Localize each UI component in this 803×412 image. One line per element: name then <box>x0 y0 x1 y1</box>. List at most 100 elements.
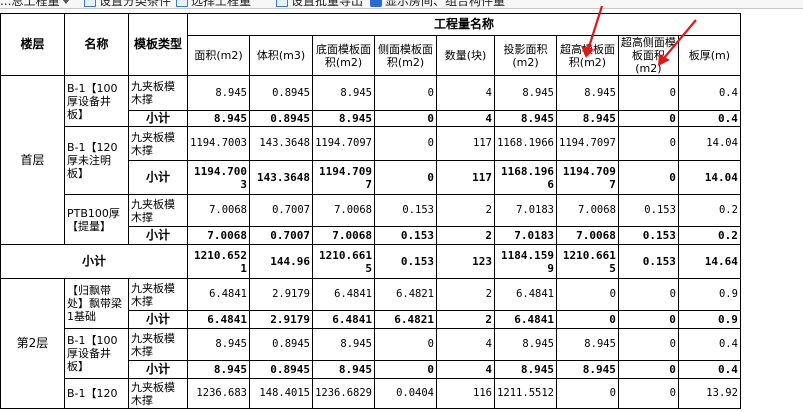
value-cell: 1236.683 <box>187 378 250 409</box>
value-cell: 6.4821 <box>374 278 437 311</box>
batch-export-button[interactable]: 设置批量导出 <box>276 0 364 8</box>
value-cell: 6.4841 <box>494 278 557 311</box>
total-cell: 0.153 <box>617 244 679 279</box>
header-side-area: 侧面模板面积(m2) <box>374 35 437 76</box>
value-cell: 0 <box>617 328 679 361</box>
value-cell: 0 <box>374 75 437 111</box>
header-overheight-area: 超高模板面积(m2) <box>556 35 619 76</box>
total-cell: 2 <box>436 226 495 245</box>
item-name: B-1【120厚未注明板】 <box>64 126 129 195</box>
value-cell: 116 <box>436 378 495 409</box>
table-row[interactable]: B-1【120厚未注明板】 九夹板模木撑 1194.7003 143.3648 … <box>1 126 741 195</box>
floor-subtotal-label: 小计 <box>0 244 188 279</box>
table-row[interactable]: PTB100厚【提量】 九夹板模木撑 7.0068 0.7007 7.0068 … <box>1 194 741 245</box>
value-cell: 0 <box>374 328 437 361</box>
value-cell: 8.945 <box>556 75 619 111</box>
value-cell: 0 <box>617 126 679 161</box>
template-type: 九夹板模木撑 <box>128 194 188 227</box>
value-cell: 0.153 <box>374 194 437 227</box>
value-cell: 8.945 <box>312 75 375 111</box>
value-cell: 4 <box>436 328 495 361</box>
value-cell: 1211.5512 <box>494 378 557 409</box>
header-bottom-area: 底面模板面积(m2) <box>312 35 375 76</box>
value-cell: 0 <box>617 378 679 409</box>
total-cell: 0 <box>556 310 619 329</box>
set-classification-label: 设置分类条件 <box>99 0 172 8</box>
table-row[interactable]: B-1【100厚设备井板】 九夹板模木撑 8.945 0.8945 8.945 … <box>1 328 741 379</box>
checkbox-checked-icon <box>370 0 382 7</box>
show-room-checkbox[interactable]: 显示房间、组合构件量 <box>370 0 506 8</box>
total-cell: 1194.7097 <box>556 160 619 195</box>
value-cell: 1194.7097 <box>556 126 619 161</box>
value-cell: 148.4015 <box>249 378 313 409</box>
total-quantity-dropdown[interactable]: ...总工程量 <box>0 0 71 8</box>
header-quantity-name: 工程量名称 <box>187 13 741 36</box>
total-cell: 8.945 <box>312 110 375 127</box>
total-cell: 0.153 <box>617 226 679 245</box>
value-cell: 0.8945 <box>249 328 313 361</box>
total-cell: 0.153 <box>374 244 437 279</box>
header-template-type: 模板类型 <box>128 13 188 76</box>
table-row[interactable]: B-1【120 九夹板模木撑 1236.683 148.4015 1236.68… <box>1 378 741 409</box>
table-row[interactable]: 首层 B-1【100厚设备井板】 九夹板模木撑 8.945 0.8945 8.9… <box>0 75 741 245</box>
value-cell: 1194.7097 <box>312 126 375 161</box>
template-type: 九夹板模木撑 <box>128 378 188 409</box>
value-cell: 0.8945 <box>249 75 313 111</box>
set-classification-button[interactable]: 设置分类条件 <box>84 0 172 8</box>
value-cell: 1236.6829 <box>312 378 375 409</box>
total-cell: 1184.1599 <box>494 244 557 279</box>
value-cell: 0.0404 <box>374 378 437 409</box>
total-cell: 7.0068 <box>556 226 619 245</box>
header-count: 数量(块) <box>436 35 495 76</box>
subtotal-label: 小计 <box>128 160 188 195</box>
subtotal-label: 小计 <box>128 310 188 329</box>
sheet-icon <box>176 0 188 7</box>
value-cell: 0 <box>556 278 619 311</box>
value-cell: 8.945 <box>494 75 557 111</box>
value-cell: 0.9 <box>677 278 741 311</box>
floor-subtotal-row[interactable]: 小计 1210.6521 144.96 1210.6615 0.153 123 … <box>0 244 741 279</box>
select-quantity-button[interactable]: 选择工程量 <box>176 0 251 8</box>
total-cell: 2 <box>436 310 495 329</box>
quantity-table: 楼层 名称 模板类型 工程量名称 面积(m2) 体积(m3) 底面模板面积(m2… <box>0 13 741 409</box>
total-cell: 7.0183 <box>494 226 557 245</box>
template-type: 九夹板模木撑 <box>128 278 188 311</box>
total-cell: 0.7007 <box>249 226 313 245</box>
total-cell: 1210.6615 <box>556 244 619 279</box>
value-cell: 0 <box>556 378 619 409</box>
value-cell: 0 <box>617 278 679 311</box>
value-cell: 1194.7003 <box>187 126 250 161</box>
total-cell: 1194.7097 <box>312 160 375 195</box>
total-cell: 0 <box>617 160 679 195</box>
value-cell: 6.4841 <box>187 278 250 311</box>
total-cell: 8.945 <box>312 360 375 379</box>
table-row[interactable]: 第2层 【归飘带处】飘带梁1基础 九夹板模木撑 6.4841 2.9179 6.… <box>0 278 741 409</box>
sheet-icon <box>276 0 288 7</box>
total-cell: 6.4841 <box>312 310 375 329</box>
total-cell: 8.945 <box>494 110 557 127</box>
item-name: B-1【100厚设备井板】 <box>64 328 129 379</box>
value-cell: 6.4841 <box>312 278 375 311</box>
total-cell: 0.4 <box>677 110 741 127</box>
item-name: 【归飘带处】飘带梁1基础 <box>64 278 129 329</box>
total-cell: 8.945 <box>187 110 250 127</box>
show-room-label: 显示房间、组合构件量 <box>385 0 506 8</box>
header-floor: 楼层 <box>0 13 65 76</box>
value-cell: 0.7007 <box>249 194 313 227</box>
template-type: 九夹板模木撑 <box>128 75 188 111</box>
total-cell: 0.8945 <box>249 360 313 379</box>
total-cell: 2.9179 <box>249 310 313 329</box>
header-row: 楼层 名称 模板类型 工程量名称 <box>0 13 741 76</box>
value-cell: 0 <box>374 126 437 161</box>
header-projection-area: 投影面积(m2) <box>494 35 557 76</box>
value-cell: 13.92 <box>677 378 741 409</box>
batch-export-label: 设置批量导出 <box>291 0 364 8</box>
total-cell: 117 <box>436 160 495 195</box>
item-name: PTB100厚【提量】 <box>64 194 129 245</box>
value-cell: 7.0068 <box>556 194 619 227</box>
subtotal-label: 小计 <box>128 110 188 127</box>
value-cell: 0.2 <box>677 194 741 227</box>
total-cell: 6.4821 <box>374 310 437 329</box>
floor-cell: 第2层 <box>0 278 65 409</box>
header-overheight-side-area: 超高侧面模板面积(m2) <box>617 35 679 76</box>
